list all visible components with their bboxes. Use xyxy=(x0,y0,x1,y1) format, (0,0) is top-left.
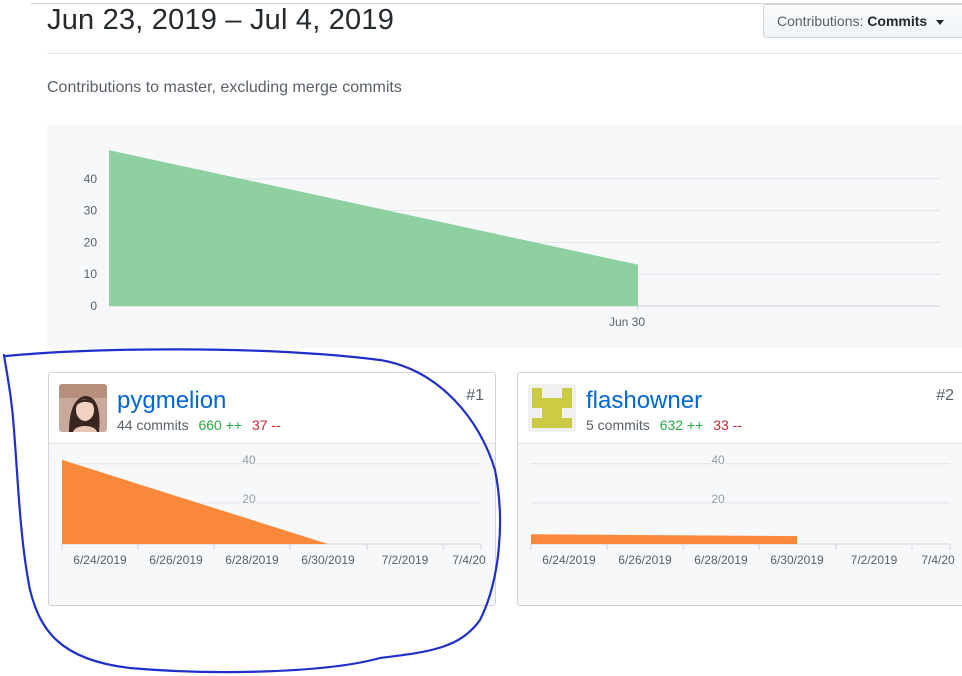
y-tick-label: 20 xyxy=(84,235,98,249)
contributor-chart: 20 40 6/24/2019 6/26/2019 6/28/2019 6/30/2019… xyxy=(518,444,962,605)
y-tick-label: 40 xyxy=(242,453,256,467)
contributor-stats: 5 commits 632 ++ 33 -- xyxy=(586,417,742,433)
commits-area xyxy=(109,150,638,306)
y-tick-label: 20 xyxy=(711,492,725,506)
commit-count: 5 commits xyxy=(586,417,650,433)
contributor-rank: #2 xyxy=(936,387,954,404)
title-divider xyxy=(47,53,962,54)
contributor-username-link[interactable]: pygmelion xyxy=(117,387,226,415)
user-avatar[interactable] xyxy=(59,384,107,432)
commit-count: 44 commits xyxy=(117,417,189,433)
x-tick-label: 6/24/2019 xyxy=(542,553,596,567)
contributor-chart-svg: 20 40 6/24/2019 6/26/2019 6/28/2019 6/30/2019… xyxy=(61,451,486,567)
x-tick-label: 7/2/2019 xyxy=(382,553,429,567)
y-tick-label: 40 xyxy=(711,453,725,467)
x-tick-label: 6/26/2019 xyxy=(149,553,203,567)
x-tick-label: 7/2/2019 xyxy=(851,553,898,567)
contributor-chart-svg: 20 40 6/24/2019 6/26/2019 6/28/2019 6/30/2019… xyxy=(530,451,955,567)
x-tick-label: 7/4/20 xyxy=(921,553,955,567)
contributions-dropdown-label: Contributions: xyxy=(777,13,864,29)
y-tick-label: 20 xyxy=(242,492,256,506)
x-tick-label: 6/24/2019 xyxy=(73,553,127,567)
x-tick-label: 6/30/2019 xyxy=(770,553,824,567)
commits-area xyxy=(62,459,328,544)
contributor-stats: 44 commits 660 ++ 37 -- xyxy=(117,417,281,433)
y-tick-label: 0 xyxy=(90,299,97,313)
contributions-dropdown[interactable]: Contributions: Commits xyxy=(763,4,962,38)
deletions-count: 37 -- xyxy=(251,417,281,433)
x-tick-label: 6/28/2019 xyxy=(694,553,748,567)
x-tick-label: Jun 30 xyxy=(609,315,645,329)
main-chart-svg: 0 10 20 30 40 Jun 30 xyxy=(84,150,940,329)
y-tick-label: 40 xyxy=(84,172,98,186)
contributor-username-link[interactable]: flashowner xyxy=(586,387,702,415)
x-tick-label: 6/30/2019 xyxy=(301,553,355,567)
contributions-dropdown-value: Commits xyxy=(867,13,928,29)
contributor-card: pygmelion 44 commits 660 ++ 37 -- #1 20 4… xyxy=(48,372,496,606)
contributor-card-header: flashowner 5 commits 632 ++ 33 -- #2 xyxy=(518,373,962,444)
y-tick-label: 10 xyxy=(84,267,98,281)
caret-down-icon xyxy=(936,19,945,25)
additions-count: 632 ++ xyxy=(659,417,704,433)
x-tick-label: 7/4/20 xyxy=(452,553,486,567)
page-title: Jun 23, 2019 – Jul 4, 2019 xyxy=(47,4,395,36)
chart-subtitle: Contributions to master, excluding merge… xyxy=(47,79,402,96)
commits-area xyxy=(531,534,797,544)
contributor-rank: #1 xyxy=(466,387,484,404)
x-tick-label: 6/28/2019 xyxy=(225,553,279,567)
contributor-chart: 20 40 6/24/2019 6/26/2019 6/28/2019 6/30/2019… xyxy=(49,444,495,605)
main-contributions-chart: 0 10 20 30 40 Jun 30 xyxy=(47,125,962,348)
deletions-count: 33 -- xyxy=(713,417,742,433)
y-tick-label: 30 xyxy=(84,204,98,218)
contributor-card: flashowner 5 commits 632 ++ 33 -- #2 20 4… xyxy=(517,372,962,606)
additions-count: 660 ++ xyxy=(198,417,243,433)
contributor-card-header: pygmelion 44 commits 660 ++ 37 -- #1 xyxy=(49,373,495,444)
x-tick-label: 6/26/2019 xyxy=(618,553,672,567)
identicon-avatar[interactable] xyxy=(528,384,576,432)
